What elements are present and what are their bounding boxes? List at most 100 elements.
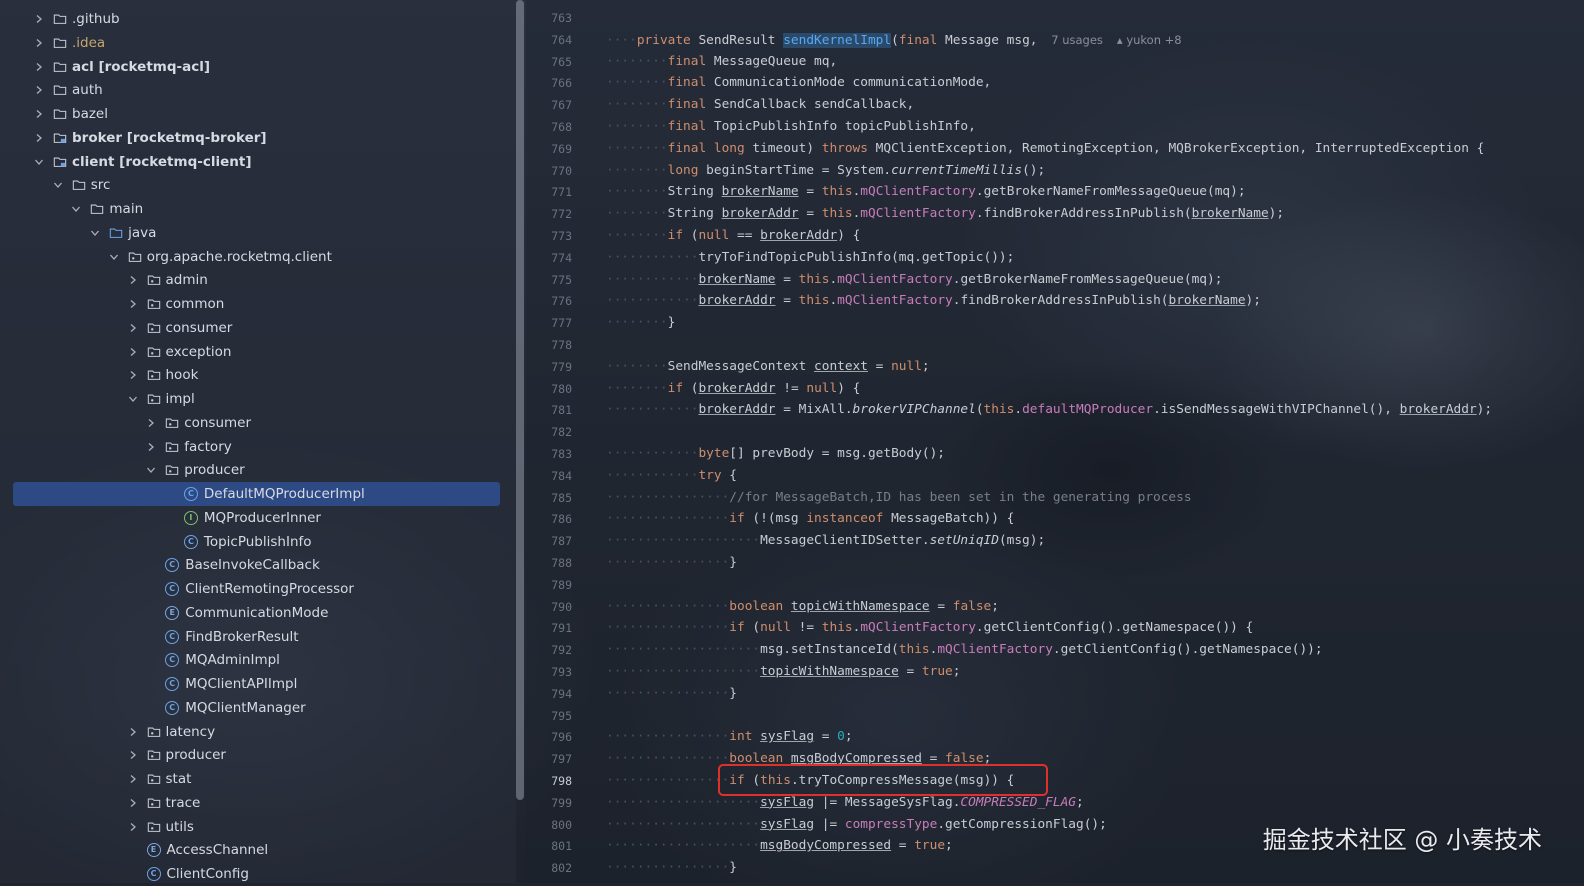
tree-item[interactable]: I MQProducerInner	[0, 506, 516, 530]
tree-item[interactable]: impl	[0, 387, 516, 411]
tree-item[interactable]: C MQClientAPIImpl	[0, 672, 516, 696]
chevron-right-icon[interactable]	[127, 298, 139, 310]
tree-item[interactable]: org.apache.rocketmq.client	[0, 245, 516, 269]
tree-item[interactable]: common	[0, 292, 516, 316]
code-line[interactable]: ········final long timeout) throws MQCli…	[606, 138, 1484, 160]
tree-item[interactable]: E CommunicationMode	[0, 601, 516, 625]
code-line[interactable]: ········long beginStartTime = System.cur…	[606, 160, 1045, 182]
tree-item[interactable]: C MQClientManager	[0, 696, 516, 720]
tree-item[interactable]: C ClientRemotingProcessor	[0, 577, 516, 601]
tree-item[interactable]: consumer	[0, 411, 516, 435]
code-line[interactable]: ················if (null != this.mQClien…	[606, 617, 1253, 639]
tree-item[interactable]: broker [rocketmq-broker]	[0, 126, 516, 150]
tree-item[interactable]: acl [rocketmq-acl]	[0, 55, 516, 79]
tree-item[interactable]: auth	[0, 78, 516, 102]
code-line[interactable]: ········SendMessageContext context = nul…	[606, 356, 930, 378]
tree-item[interactable]: src	[0, 173, 516, 197]
tree-item[interactable]: stat	[0, 767, 516, 791]
chevron-right-icon[interactable]	[127, 797, 139, 809]
chevron-down-icon[interactable]	[33, 156, 45, 168]
code-line[interactable]: ········}	[606, 312, 675, 334]
tree-item[interactable]: producer	[0, 458, 516, 482]
chevron-right-icon[interactable]	[127, 821, 139, 833]
tree-item[interactable]: latency	[0, 720, 516, 744]
code-token: if	[667, 228, 691, 243]
chevron-down-icon[interactable]	[89, 227, 101, 239]
code-line[interactable]: ················boolean topicWithNamespa…	[606, 596, 999, 618]
code-line[interactable]: ····················topicWithNamespace =…	[606, 661, 960, 683]
code-line[interactable]: ········if (null == brokerAddr) {	[606, 225, 860, 247]
code-line[interactable]: ········String brokerName = this.mQClien…	[606, 181, 1246, 203]
code-line[interactable]: ················}	[606, 683, 737, 705]
chevron-right-icon[interactable]	[145, 417, 157, 429]
tree-item[interactable]: exception	[0, 340, 516, 364]
code-line[interactable]: ············brokerAddr = this.mQClientFa…	[606, 290, 1261, 312]
tree-item[interactable]: hook	[0, 363, 516, 387]
tree-item[interactable]: factory	[0, 435, 516, 459]
code-line[interactable]: ····················MessageClientIDSette…	[606, 530, 1045, 552]
project-tree[interactable]: .github .idea acl [rocketmq-acl] auth bazel b…	[0, 0, 516, 883]
code-line[interactable]: ············brokerName = this.mQClientFa…	[606, 269, 1222, 291]
code-line[interactable]: ················int sysFlag = 0;	[606, 726, 853, 748]
chevron-right-icon[interactable]	[127, 346, 139, 358]
chevron-down-icon[interactable]	[127, 393, 139, 405]
code-line[interactable]: ················//for MessageBatch,ID ha…	[606, 487, 1192, 509]
code-line[interactable]: ····················msgBodyCompressed = …	[606, 835, 953, 857]
tree-item[interactable]: E AccessChannel	[0, 838, 516, 862]
tree-item[interactable]: bazel	[0, 102, 516, 126]
tree-item[interactable]: C ClientConfig	[0, 862, 516, 886]
chevron-right-icon[interactable]	[33, 37, 45, 49]
code-line[interactable]: ········String brokerAddr = this.mQClien…	[606, 203, 1284, 225]
chevron-right-icon[interactable]	[33, 84, 45, 96]
tree-item[interactable]: C FindBrokerResult	[0, 625, 516, 649]
code-line[interactable]: ············tryToFindTopicPublishInfo(mq…	[606, 247, 1014, 269]
tree-item[interactable]: producer	[0, 743, 516, 767]
tree-item[interactable]: trace	[0, 791, 516, 815]
tree-item[interactable]: consumer	[0, 316, 516, 340]
code-line[interactable]: ········final MessageQueue mq,	[606, 51, 837, 73]
chevron-right-icon[interactable]	[33, 132, 45, 144]
author-hint[interactable]: ▴ yukon +8	[1117, 33, 1182, 47]
tree-item[interactable]: .idea	[0, 31, 516, 55]
code-line[interactable]: ····················msg.setInstanceId(th…	[606, 639, 1323, 661]
chevron-right-icon[interactable]	[127, 726, 139, 738]
usages-hint[interactable]: 7 usages	[1051, 33, 1103, 47]
chevron-right-icon[interactable]	[127, 749, 139, 761]
tree-item[interactable]: .github	[0, 7, 516, 31]
code-editor[interactable]: 763 764 765 766 767 768 769 770 771 772 773 774 775 7…	[526, 0, 1584, 883]
chevron-down-icon[interactable]	[70, 203, 82, 215]
code-line[interactable]: ········final SendCallback sendCallback,	[606, 94, 914, 116]
chevron-right-icon[interactable]	[127, 369, 139, 381]
code-line[interactable]: ················}	[606, 857, 737, 879]
tree-item[interactable]: C BaseInvokeCallback	[0, 553, 516, 577]
code-line[interactable]: ········final CommunicationMode communic…	[606, 72, 991, 94]
code-line[interactable]: ············brokerAddr = MixAll.brokerVI…	[606, 399, 1492, 421]
code-line[interactable]: ····private SendResult sendKernelImpl(fi…	[606, 29, 1182, 51]
chevron-right-icon[interactable]	[33, 108, 45, 120]
chevron-down-icon[interactable]	[52, 179, 64, 191]
tree-item[interactable]: C TopicPublishInfo	[0, 530, 516, 554]
code-token: setUniqID	[929, 533, 999, 549]
tree-item[interactable]: utils	[0, 815, 516, 839]
code-line[interactable]: ········final TopicPublishInfo topicPubl…	[606, 116, 976, 138]
chevron-right-icon[interactable]	[33, 61, 45, 73]
code-line[interactable]: ········if (brokerAddr != null) {	[606, 378, 860, 400]
chevron-right-icon[interactable]	[127, 773, 139, 785]
code-line[interactable]: ················}	[606, 552, 737, 574]
chevron-right-icon[interactable]	[127, 322, 139, 334]
chevron-down-icon[interactable]	[108, 251, 120, 263]
code-line[interactable]: ················if (!(msg instanceof Mes…	[606, 508, 1014, 530]
chevron-right-icon[interactable]	[33, 13, 45, 25]
tree-item[interactable]: main	[0, 197, 516, 221]
chevron-down-icon[interactable]	[145, 464, 157, 476]
code-line[interactable]: ····················sysFlag |= compressT…	[606, 814, 1107, 836]
tree-item[interactable]: java	[0, 221, 516, 245]
tree-item[interactable]: client [rocketmq-client]	[0, 150, 516, 174]
code-line[interactable]: ············try {	[606, 465, 737, 487]
tree-item[interactable]: C MQAdminImpl	[0, 648, 516, 672]
chevron-right-icon[interactable]	[145, 441, 157, 453]
code-line[interactable]: ············byte[] prevBody = msg.getBod…	[606, 443, 945, 465]
tree-item[interactable]: admin	[0, 268, 516, 292]
chevron-right-icon[interactable]	[127, 274, 139, 286]
tree-item[interactable]: C DefaultMQProducerImpl	[0, 482, 516, 506]
